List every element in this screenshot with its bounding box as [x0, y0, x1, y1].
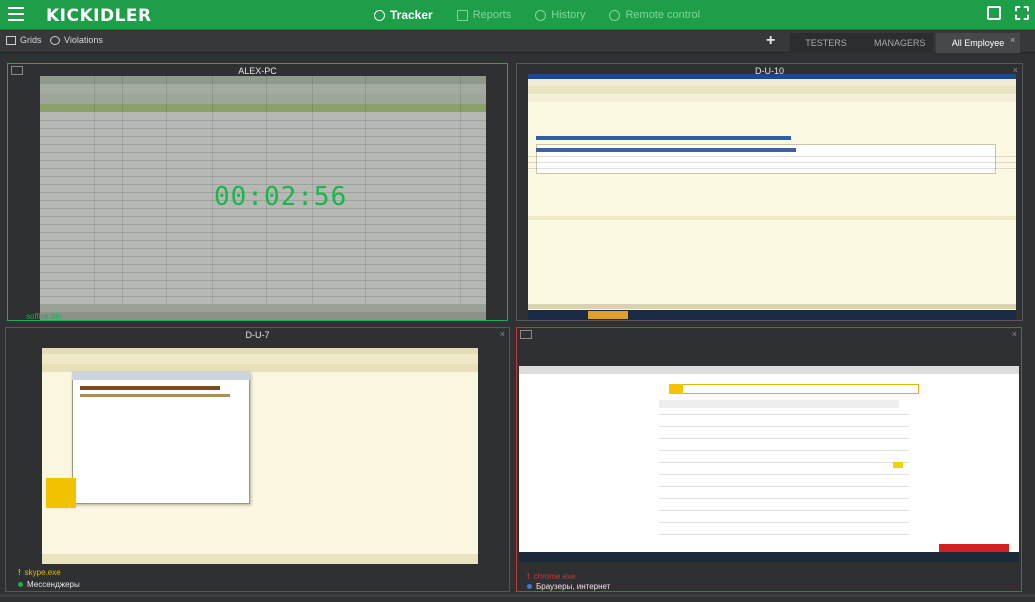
close-icon[interactable]: × [1012, 329, 1017, 339]
active-process: ! skype.exe [18, 568, 61, 577]
history-icon [535, 9, 547, 21]
category-name: Мессенджеры [27, 580, 80, 589]
top-right-icons [987, 6, 1029, 20]
process-name: soffice.bin [26, 312, 62, 321]
top-bar: KICKIDLER Tracker Reports History Remote… [0, 0, 1035, 30]
screen-preview [528, 74, 1016, 320]
process-name: skype.exe [24, 568, 61, 577]
app-category: Мессенджеры [18, 580, 80, 589]
nav-history-label: History [551, 9, 586, 21]
nav-reports[interactable]: Reports [456, 9, 512, 21]
tab-all-employee[interactable]: All Employee [936, 33, 1020, 53]
main-nav: Tracker Reports History Remote control [374, 0, 724, 30]
monitor-icon [520, 330, 532, 339]
violations-label: Violations [64, 35, 103, 45]
tile-title: ALEX-PC [238, 66, 277, 76]
tab-managers[interactable]: MANAGERS [862, 33, 934, 53]
fullscreen-icon[interactable] [1015, 6, 1029, 20]
toolbar: Grids Violations + TESTERS MANAGERS All … [0, 31, 1035, 53]
grids-button[interactable]: Grids [6, 35, 42, 45]
tab-testers[interactable]: TESTERS [790, 33, 862, 53]
tile-title: D-U-7 [245, 330, 270, 340]
employee-tile-d-u-10[interactable]: D-U-10 × [516, 63, 1023, 321]
menu-icon[interactable] [8, 7, 24, 21]
download-icon[interactable] [987, 6, 1001, 20]
screen-preview [42, 348, 478, 564]
grids-label: Grids [20, 35, 42, 45]
nav-reports-label: Reports [472, 9, 512, 21]
violations-button[interactable]: Violations [50, 35, 103, 45]
nav-history[interactable]: History [535, 9, 585, 21]
close-icon[interactable]: × [500, 329, 505, 339]
session-timer: 00:02:56 [214, 182, 348, 212]
app-logo: KICKIDLER [46, 6, 152, 26]
close-tab-icon[interactable]: × [1010, 35, 1015, 45]
nav-remote-control-label: Remote control [625, 9, 701, 21]
category-name: Браузеры, интернет [536, 582, 611, 591]
status-dot-icon [18, 582, 23, 587]
app-category: Браузеры, интернет [527, 582, 610, 591]
active-process: ! chrome.exe [527, 572, 575, 581]
nav-tracker[interactable]: Tracker [374, 8, 433, 22]
employee-tile-d-u-7[interactable]: D-U-7 × ! skype.exe Мессенджеры [5, 327, 510, 592]
employee-tile-alex-pc[interactable]: ALEX-PC 00:02:56 soffice.bin [7, 63, 508, 321]
add-tab-button[interactable]: + [766, 32, 775, 50]
grid-icon [6, 35, 16, 45]
process-name: chrome.exe [533, 572, 576, 581]
horizontal-scrollbar[interactable] [0, 594, 1035, 597]
alert-icon [50, 35, 60, 45]
nav-tracker-label: Tracker [390, 8, 433, 22]
warning-icon: ! [18, 568, 21, 577]
eye-icon [374, 9, 385, 21]
reports-icon [456, 9, 468, 21]
warning-icon: ! [527, 572, 530, 581]
employee-tile-violation[interactable]: × ! chrome.exe Браузеры, интернет [516, 327, 1022, 592]
screen-preview [519, 366, 1019, 562]
remote-control-icon [609, 9, 621, 21]
nav-remote-control[interactable]: Remote control [609, 9, 700, 21]
active-process: soffice.bin [26, 312, 62, 321]
status-dot-icon [527, 584, 532, 589]
